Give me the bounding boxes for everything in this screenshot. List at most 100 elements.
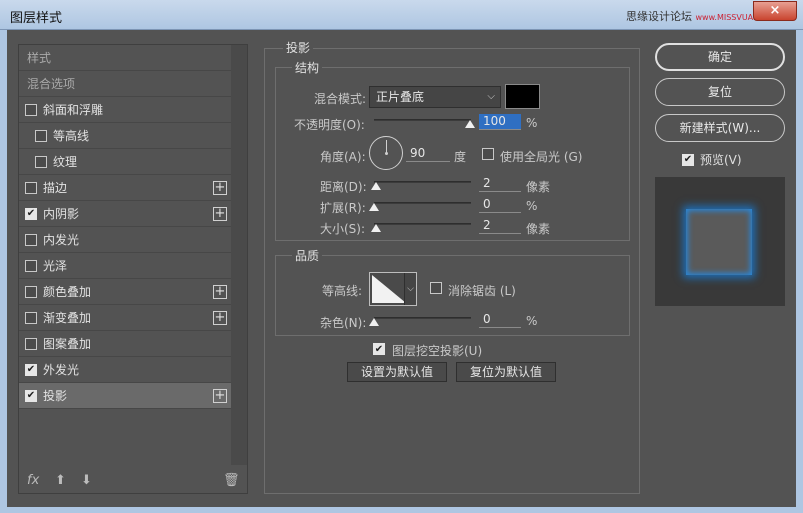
opacity-slider[interactable] bbox=[374, 119, 471, 121]
contour-label: 等高线: bbox=[322, 284, 363, 298]
preview-thumbnail bbox=[686, 209, 752, 275]
opacity-input[interactable]: 100 bbox=[479, 114, 521, 130]
preview-checkbox[interactable]: ✔ bbox=[682, 153, 694, 166]
knockout-label: 图层挖空投影(U) bbox=[392, 344, 483, 358]
ok-button[interactable]: 确定 bbox=[655, 43, 785, 71]
noise-label: 杂色(N): bbox=[320, 316, 367, 330]
preview-box bbox=[655, 177, 785, 306]
style-list-item[interactable]: 描边 + bbox=[19, 175, 231, 201]
add-instance-icon[interactable]: + bbox=[213, 389, 227, 403]
angle-unit: 度 bbox=[454, 150, 467, 164]
size-slider[interactable] bbox=[374, 223, 471, 225]
fx-icon[interactable]: fx bbox=[27, 473, 39, 488]
style-checkbox[interactable]: ✔ bbox=[25, 389, 37, 402]
noise-slider-thumb[interactable] bbox=[369, 318, 379, 326]
spread-unit: % bbox=[526, 199, 538, 213]
spread-slider[interactable] bbox=[374, 202, 471, 204]
add-instance-icon[interactable]: + bbox=[213, 181, 227, 195]
style-checkbox[interactable]: ✔ bbox=[25, 207, 37, 220]
distance-label: 距离(D): bbox=[320, 180, 367, 194]
style-list-item[interactable]: 样式 bbox=[19, 45, 231, 71]
style-list-item[interactable]: 渐变叠加 + bbox=[19, 305, 231, 331]
angle-dial[interactable] bbox=[369, 136, 403, 170]
noise-unit: % bbox=[526, 314, 538, 328]
size-slider-thumb[interactable] bbox=[371, 224, 381, 232]
move-up-icon[interactable]: ⬆ bbox=[55, 473, 66, 488]
style-list-item-label: 样式 bbox=[27, 51, 52, 65]
style-checkbox[interactable] bbox=[25, 285, 37, 298]
style-checkbox[interactable] bbox=[25, 311, 37, 324]
new-style-button[interactable]: 新建样式(W)... bbox=[655, 114, 785, 142]
spread-input[interactable]: 0 bbox=[479, 197, 521, 213]
reset-button[interactable]: 复位 bbox=[655, 78, 785, 106]
spread-slider-thumb[interactable] bbox=[369, 203, 379, 211]
global-light-label: 使用全局光 (G) bbox=[500, 150, 583, 164]
noise-input[interactable]: 0 bbox=[479, 312, 521, 328]
knockout-checkbox[interactable]: ✔ bbox=[373, 343, 385, 355]
style-list-item[interactable]: 等高线 bbox=[19, 123, 231, 149]
style-checkbox[interactable] bbox=[25, 259, 37, 272]
move-down-icon[interactable]: ⬇ bbox=[81, 473, 92, 488]
shadow-color-swatch[interactable] bbox=[505, 84, 540, 109]
blend-mode-label: 混合模式: bbox=[314, 92, 367, 106]
reset-default-button[interactable]: 复位为默认值 bbox=[456, 362, 556, 382]
distance-slider[interactable] bbox=[374, 181, 471, 183]
style-list-item[interactable]: 斜面和浮雕 bbox=[19, 97, 231, 123]
add-instance-icon[interactable]: + bbox=[213, 311, 227, 325]
title-bar: 图层样式 思缘设计论坛 www.MISSVUAN.com × bbox=[0, 0, 803, 30]
quality-title: 品质 bbox=[292, 247, 323, 264]
window-title: 图层样式 bbox=[10, 11, 63, 26]
chevron-down-icon[interactable]: ⌵ bbox=[404, 273, 416, 305]
size-input[interactable]: 2 bbox=[479, 218, 521, 234]
window-border-right bbox=[796, 30, 803, 513]
style-list-item[interactable]: ✔ 外发光 bbox=[19, 357, 231, 383]
style-list-item[interactable]: ✔ 内阴影 + bbox=[19, 201, 231, 227]
style-checkbox[interactable]: ✔ bbox=[25, 363, 37, 376]
trash-icon[interactable]: 🗑 bbox=[223, 473, 240, 488]
style-list-item-label: 内发光 bbox=[43, 233, 80, 247]
style-list-panel: 样式混合选项斜面和浮雕等高线纹理 描边 + ✔ 内阴影 + 内发光光泽颜色叠加 + 渐变叠加 + 图… bbox=[18, 44, 248, 494]
style-checkbox[interactable] bbox=[25, 337, 37, 350]
style-list-item[interactable]: 图案叠加 bbox=[19, 331, 231, 357]
window-border-left bbox=[0, 30, 7, 513]
scrollbar[interactable] bbox=[231, 45, 247, 465]
antialias-checkbox[interactable] bbox=[430, 282, 442, 294]
noise-slider[interactable] bbox=[374, 317, 471, 319]
blend-mode-select[interactable]: 正片叠底 ⌵ bbox=[369, 86, 501, 108]
style-list-item[interactable]: 混合选项 bbox=[19, 71, 231, 97]
style-list-item[interactable]: 光泽 bbox=[19, 253, 231, 279]
style-list-item-label: 光泽 bbox=[43, 259, 68, 273]
add-instance-icon[interactable]: + bbox=[213, 207, 227, 221]
global-light-checkbox[interactable] bbox=[482, 148, 494, 160]
add-instance-icon[interactable]: + bbox=[213, 285, 227, 299]
contour-picker[interactable]: ⌵ bbox=[369, 272, 417, 306]
distance-input[interactable]: 2 bbox=[479, 176, 521, 192]
angle-dial-center bbox=[385, 152, 388, 155]
make-default-button[interactable]: 设置为默认值 bbox=[347, 362, 447, 382]
chevron-down-icon: ⌵ bbox=[487, 91, 495, 102]
style-list-item-label: 图案叠加 bbox=[43, 337, 92, 351]
style-checkbox[interactable] bbox=[25, 103, 37, 116]
style-list-item[interactable]: 内发光 bbox=[19, 227, 231, 253]
style-checkbox[interactable] bbox=[25, 233, 37, 246]
structure-title: 结构 bbox=[292, 59, 323, 76]
window-border-bottom bbox=[0, 507, 803, 513]
style-list-item-label: 内阴影 bbox=[43, 207, 80, 221]
opacity-unit: % bbox=[526, 116, 538, 130]
style-list-item[interactable]: 纹理 bbox=[19, 149, 231, 175]
opacity-label: 不透明度(O): bbox=[294, 118, 365, 132]
style-checkbox[interactable] bbox=[35, 155, 47, 168]
preview-toggle[interactable]: ✔ 预览(V) bbox=[682, 151, 742, 168]
style-list-item-label: 等高线 bbox=[53, 129, 90, 143]
style-list-item[interactable]: ✔ 投影 + bbox=[19, 383, 231, 409]
style-checkbox[interactable] bbox=[25, 181, 37, 194]
style-checkbox[interactable] bbox=[35, 129, 47, 142]
antialias-label: 消除锯齿 (L) bbox=[448, 284, 516, 298]
style-list-item[interactable]: 颜色叠加 + bbox=[19, 279, 231, 305]
preview-label: 预览(V) bbox=[700, 153, 742, 167]
angle-input[interactable]: 90 bbox=[406, 146, 450, 162]
style-list-item-label: 斜面和浮雕 bbox=[43, 103, 104, 117]
opacity-slider-thumb[interactable] bbox=[465, 120, 475, 128]
distance-slider-thumb[interactable] bbox=[371, 182, 381, 190]
close-button[interactable]: × bbox=[753, 1, 797, 21]
